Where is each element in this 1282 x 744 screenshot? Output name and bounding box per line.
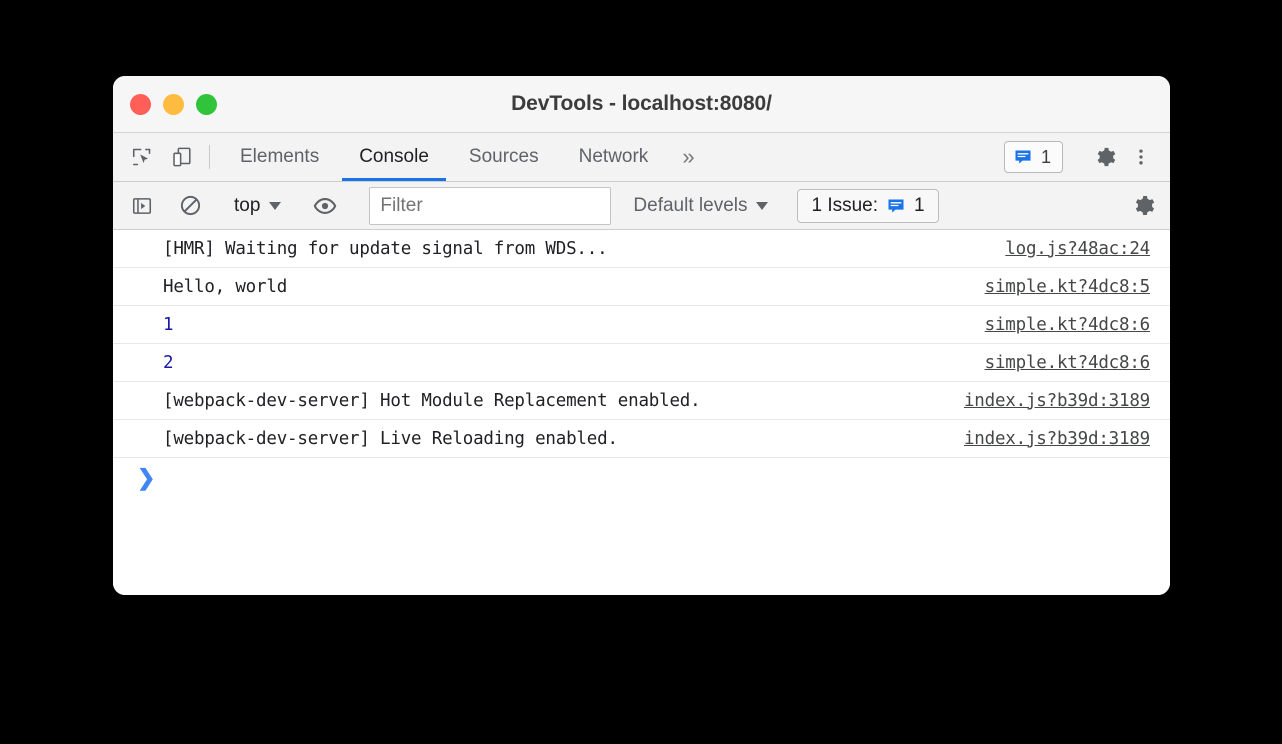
console-message-text: [HMR] Waiting for update signal from WDS… — [163, 238, 608, 259]
table-row[interactable]: [HMR] Waiting for update signal from WDS… — [113, 230, 1170, 268]
device-toolbar-button[interactable] — [165, 140, 199, 174]
console-message-list[interactable]: [HMR] Waiting for update signal from WDS… — [113, 230, 1170, 595]
console-sidebar-toggle-button[interactable] — [125, 189, 159, 223]
console-source-link[interactable]: simple.kt?4dc8:5 — [985, 277, 1151, 297]
more-tabs-button[interactable]: » — [668, 133, 708, 181]
console-toolbar: top Default levels 1 Issue: — [113, 182, 1170, 230]
console-source-link[interactable]: simple.kt?4dc8:6 — [985, 353, 1151, 373]
more-vertical-icon — [1139, 149, 1143, 165]
table-row[interactable]: [webpack-dev-server] Hot Module Replacem… — [113, 382, 1170, 420]
tab-network[interactable]: Network — [559, 133, 669, 181]
devtools-tab-list: Elements Console Sources Network » — [220, 133, 709, 181]
clear-console-button[interactable] — [173, 189, 207, 223]
tab-network-label: Network — [578, 146, 649, 167]
live-expression-eye-icon — [314, 197, 337, 214]
console-message-text: 1 — [163, 314, 174, 335]
devtools-settings-button[interactable] — [1088, 140, 1122, 174]
log-levels-selector[interactable]: Default levels — [633, 194, 769, 217]
devtools-main-menu-button[interactable] — [1124, 140, 1158, 174]
maximize-window-button[interactable] — [196, 94, 217, 115]
close-window-button[interactable] — [130, 94, 151, 115]
clear-console-icon — [180, 195, 200, 216]
inspect-element-button[interactable] — [125, 140, 159, 174]
console-message-text: 2 — [163, 352, 174, 373]
tab-sources[interactable]: Sources — [449, 133, 559, 181]
window-title: DevTools - localhost:8080/ — [511, 92, 772, 115]
log-levels-label: Default levels — [633, 194, 748, 216]
console-message-text: Hello, world — [163, 276, 288, 297]
traffic-lights — [130, 76, 217, 133]
console-sidebar-icon — [132, 197, 152, 214]
live-expression-button[interactable] — [308, 189, 342, 223]
devtools-window: DevTools - localhost:8080/ Elements Cons… — [113, 76, 1170, 595]
console-message-text: [webpack-dev-server] Live Reloading enab… — [163, 428, 618, 449]
tabbar-divider — [209, 145, 210, 169]
device-toolbar-icon — [173, 147, 191, 167]
execution-context-label: top — [234, 194, 261, 216]
tabbar-right-actions: 1 — [1003, 133, 1170, 181]
minimize-window-button[interactable] — [163, 94, 184, 115]
console-filter-input[interactable] — [369, 186, 612, 225]
tab-elements[interactable]: Elements — [220, 133, 339, 181]
devtools-tabbar: Elements Console Sources Network » 1 — [113, 133, 1170, 182]
tab-console[interactable]: Console — [339, 133, 449, 181]
console-issues-label: 1 Issue: — [811, 194, 879, 216]
console-prompt[interactable]: ❯ — [113, 458, 1170, 498]
console-issues-count: 1 — [914, 194, 925, 216]
console-source-link[interactable]: index.js?b39d:3189 — [964, 429, 1150, 449]
table-row[interactable]: [webpack-dev-server] Live Reloading enab… — [113, 420, 1170, 458]
issues-badge-count: 1 — [1040, 146, 1051, 167]
table-row[interactable]: Hello, world simple.kt?4dc8:5 — [113, 268, 1170, 306]
tab-elements-label: Elements — [240, 146, 320, 167]
issues-message-icon — [888, 199, 904, 213]
console-source-link[interactable]: log.js?48ac:24 — [1005, 239, 1150, 259]
execution-context-selector[interactable]: top — [228, 195, 287, 217]
chevron-double-right-icon: » — [682, 144, 695, 169]
console-settings-button[interactable] — [1126, 189, 1160, 223]
prompt-chevron-icon: ❯ — [137, 465, 156, 490]
table-row[interactable]: 2 simple.kt?4dc8:6 — [113, 344, 1170, 382]
console-message-text: [webpack-dev-server] Hot Module Replacem… — [163, 390, 701, 411]
tabbar-left-icons — [113, 133, 199, 181]
issues-badge-button[interactable]: 1 — [1003, 141, 1063, 173]
tab-sources-label: Sources — [468, 146, 539, 167]
chevron-down-icon — [756, 201, 769, 210]
gear-icon — [1097, 147, 1116, 167]
gear-icon — [1135, 196, 1154, 215]
window-titlebar: DevTools - localhost:8080/ — [113, 76, 1170, 133]
screenshot-stage: DevTools - localhost:8080/ Elements Cons… — [0, 0, 1282, 744]
chevron-down-icon — [269, 201, 282, 210]
inspect-element-icon — [132, 148, 151, 166]
console-source-link[interactable]: index.js?b39d:3189 — [964, 391, 1150, 411]
console-source-link[interactable]: simple.kt?4dc8:6 — [985, 315, 1151, 335]
tab-console-label: Console — [359, 146, 429, 167]
console-issues-button[interactable]: 1 Issue: 1 — [797, 188, 939, 223]
issues-message-icon — [1015, 150, 1031, 164]
console-toolbar-right — [1105, 189, 1160, 223]
table-row[interactable]: 1 simple.kt?4dc8:6 — [113, 306, 1170, 344]
